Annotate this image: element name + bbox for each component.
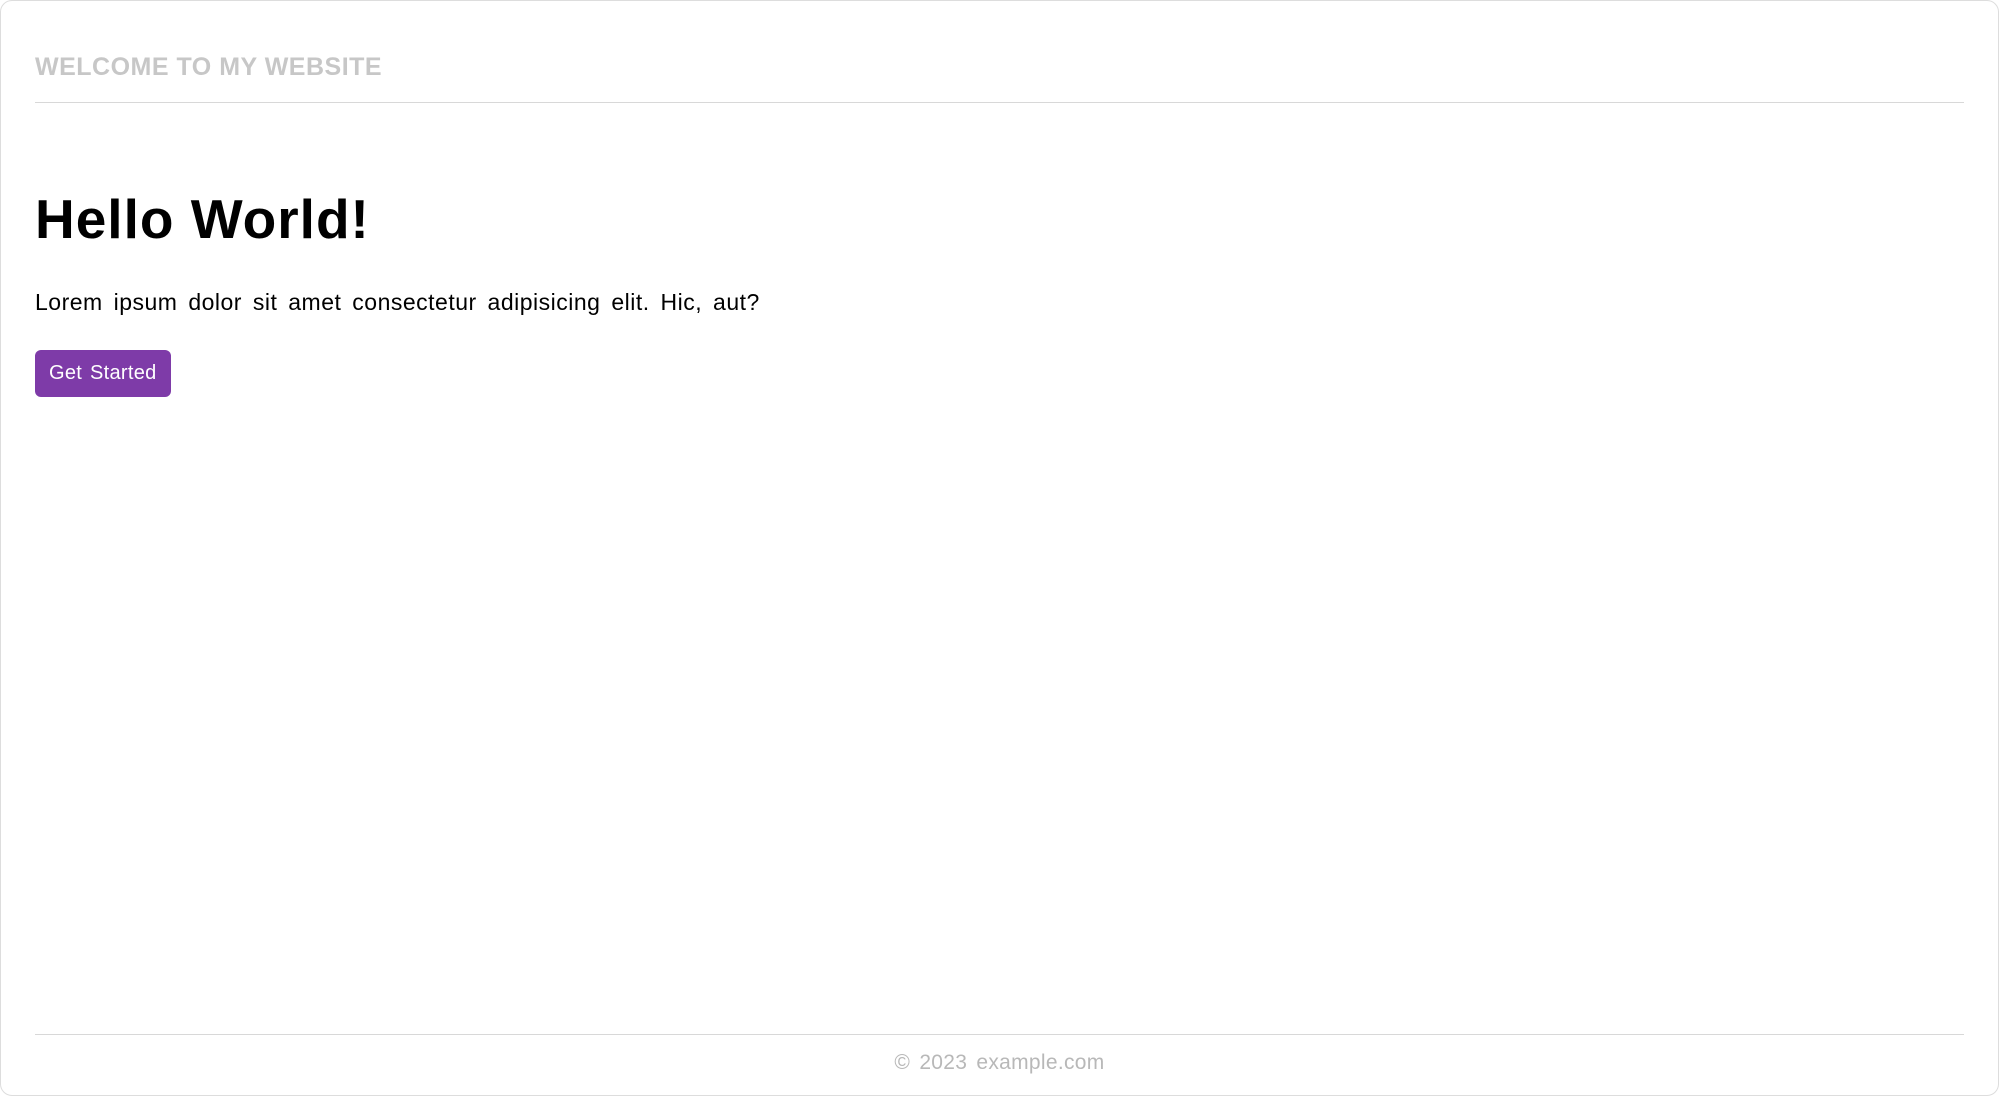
- page-header: WELCOME TO MY WEBSITE: [35, 1, 1964, 103]
- main-description: Lorem ipsum dolor sit amet consectetur a…: [35, 289, 1964, 316]
- page-footer: © 2023 example.com: [35, 1034, 1964, 1095]
- main-heading: Hello World!: [35, 187, 1964, 251]
- footer-text: © 2023 example.com: [35, 1051, 1964, 1075]
- header-title: WELCOME TO MY WEBSITE: [35, 53, 1964, 82]
- main-content: Hello World! Lorem ipsum dolor sit amet …: [35, 103, 1964, 1034]
- get-started-button[interactable]: Get Started: [35, 350, 171, 397]
